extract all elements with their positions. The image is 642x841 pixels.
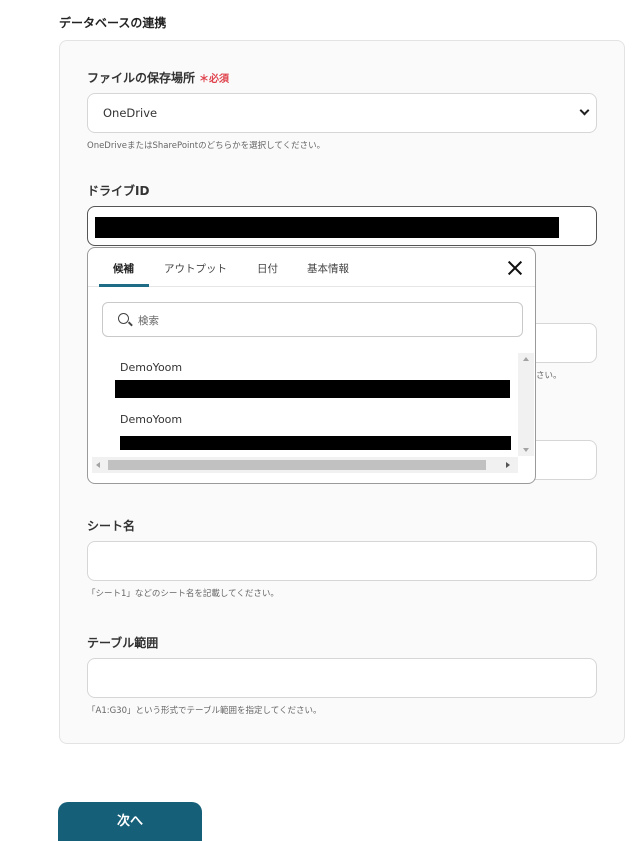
redacted-value bbox=[120, 436, 511, 450]
search-placeholder: 検索 bbox=[138, 315, 159, 327]
suggestion-popup: 候補 アウトプット 日付 基本情報 検索 DemoYoom DemoYoom bbox=[87, 247, 536, 484]
list-item-name[interactable]: DemoYoom bbox=[120, 361, 182, 374]
file-location-selected-value: OneDrive bbox=[103, 106, 158, 120]
required-badge: ＊必須 bbox=[199, 74, 230, 85]
redacted-value bbox=[95, 217, 559, 238]
table-range-help: 「A1:G30」という形式でテーブル範囲を指定してください。 bbox=[87, 706, 322, 716]
item-id-help-partial: さい。 bbox=[536, 371, 562, 381]
scroll-up-icon[interactable] bbox=[523, 357, 529, 361]
drive-id-input[interactable] bbox=[87, 206, 597, 246]
scroll-left-icon[interactable] bbox=[96, 462, 100, 468]
redacted-value bbox=[115, 380, 510, 398]
search-icon bbox=[118, 313, 129, 324]
tab-candidates[interactable]: 候補 bbox=[113, 261, 134, 276]
list-item-name[interactable]: DemoYoom bbox=[120, 413, 182, 426]
search-input[interactable]: 検索 bbox=[102, 302, 523, 337]
table-range-label: テーブル範囲 bbox=[87, 636, 159, 650]
chevron-down-icon bbox=[579, 105, 590, 116]
active-tab-indicator bbox=[99, 284, 149, 287]
tab-date[interactable]: 日付 bbox=[257, 261, 278, 276]
vertical-scrollbar[interactable] bbox=[518, 353, 534, 456]
horizontal-scrollbar[interactable] bbox=[92, 457, 518, 473]
sheet-name-label: シート名 bbox=[87, 519, 136, 533]
scroll-down-icon[interactable] bbox=[523, 448, 529, 452]
file-location-help: OneDriveまたはSharePointのどちらかを選択してください。 bbox=[87, 141, 326, 151]
close-icon[interactable] bbox=[508, 261, 522, 275]
tab-basic-info[interactable]: 基本情報 bbox=[307, 261, 349, 276]
sheet-name-input[interactable] bbox=[87, 541, 597, 581]
popup-tabs: 候補 アウトプット 日付 基本情報 bbox=[88, 248, 535, 287]
next-button[interactable]: 次へ bbox=[58, 802, 202, 841]
file-location-label-text: ファイルの保存場所 bbox=[87, 71, 196, 85]
file-location-select[interactable]: OneDrive bbox=[87, 93, 597, 133]
section-title: データベースの連携 bbox=[59, 16, 167, 30]
scrollbar-thumb[interactable] bbox=[108, 460, 486, 470]
scroll-right-icon[interactable] bbox=[506, 462, 510, 468]
tab-output[interactable]: アウトプット bbox=[164, 261, 227, 276]
file-location-label: ファイルの保存場所 ＊必須 bbox=[87, 69, 229, 86]
table-range-input[interactable] bbox=[87, 658, 597, 698]
drive-id-label: ドライブID bbox=[87, 184, 150, 198]
sheet-name-help: 「シート1」などのシート名を記載してください。 bbox=[87, 589, 279, 599]
